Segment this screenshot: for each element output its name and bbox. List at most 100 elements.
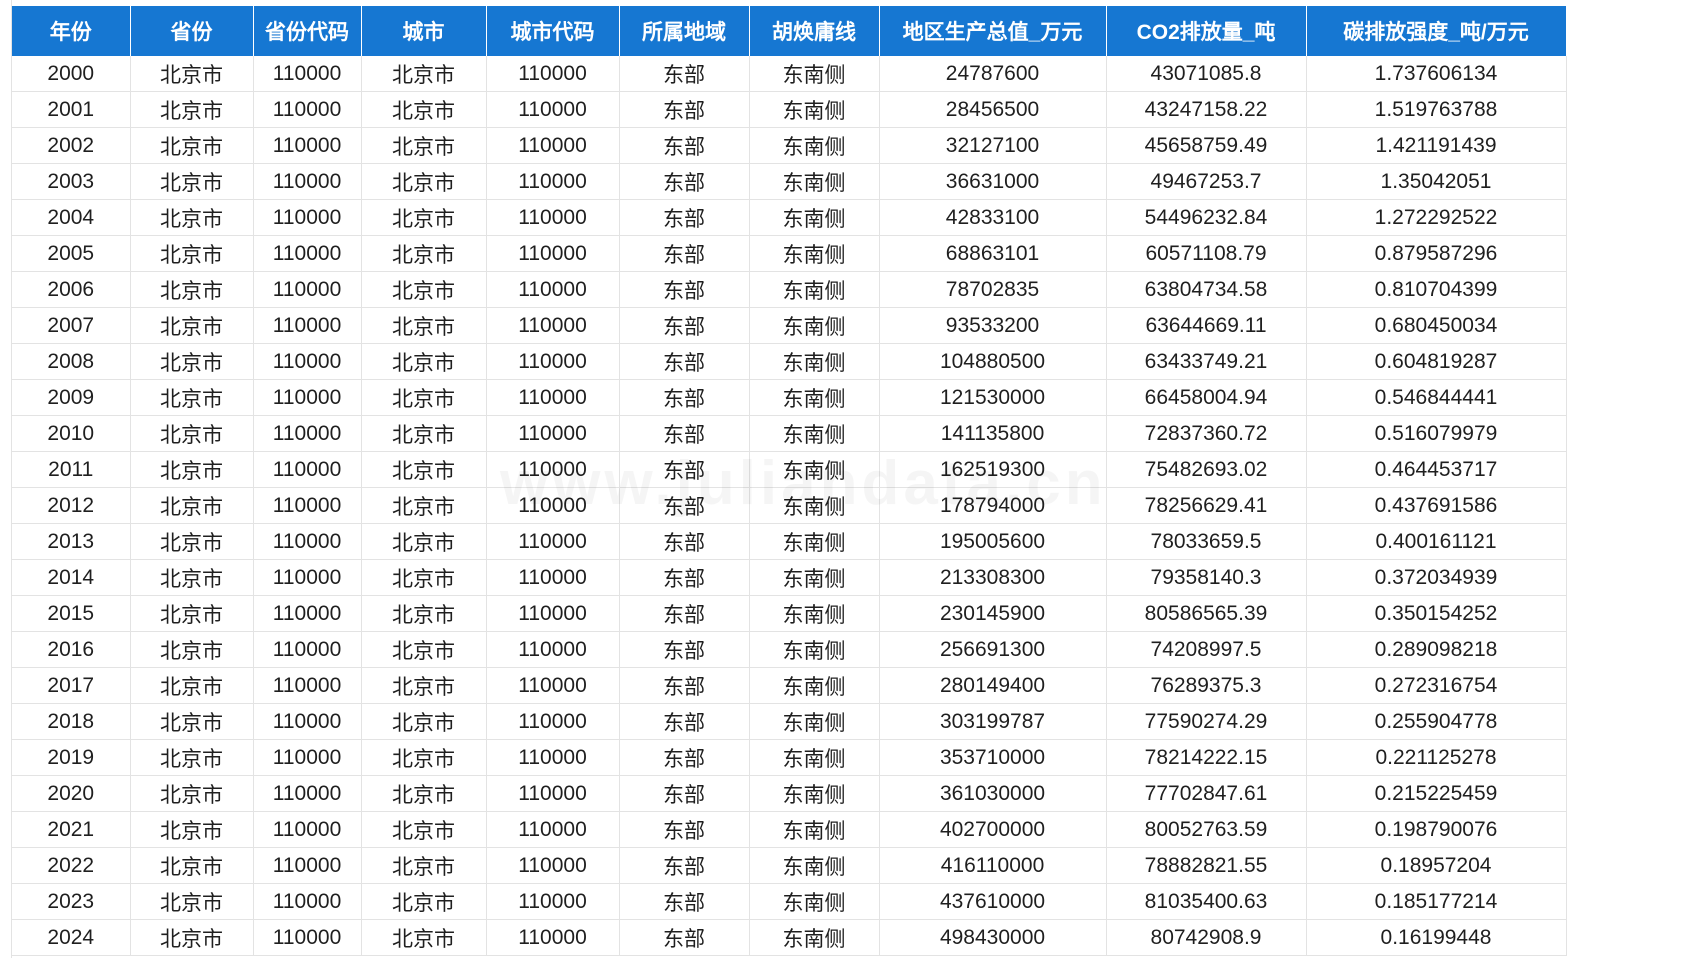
column-header-year[interactable]: 年份 [12, 6, 131, 56]
cell-carbon-intensity[interactable]: 0.372034939 [1306, 559, 1567, 596]
cell-region[interactable]: 东部 [619, 271, 750, 308]
cell-gdp[interactable]: 437610000 [879, 883, 1107, 920]
cell-carbon-intensity[interactable]: 0.464453717 [1306, 451, 1567, 488]
cell-co2[interactable]: 43247158.22 [1106, 91, 1307, 128]
cell-hu-line[interactable]: 东南侧 [749, 56, 880, 92]
cell-city[interactable]: 北京市 [361, 487, 487, 524]
cell-carbon-intensity[interactable]: 0.221125278 [1306, 739, 1567, 776]
cell-province-code[interactable]: 110000 [253, 667, 362, 704]
cell-year[interactable]: 2022 [12, 847, 131, 884]
cell-province[interactable]: 北京市 [130, 811, 254, 848]
cell-year[interactable]: 2007 [12, 307, 131, 344]
cell-hu-line[interactable]: 东南侧 [749, 343, 880, 380]
cell-carbon-intensity[interactable]: 0.604819287 [1306, 343, 1567, 380]
cell-city-code[interactable]: 110000 [486, 919, 620, 956]
cell-hu-line[interactable]: 东南侧 [749, 163, 880, 200]
cell-city-code[interactable]: 110000 [486, 775, 620, 812]
cell-carbon-intensity[interactable]: 0.215225459 [1306, 775, 1567, 812]
cell-year[interactable]: 2016 [12, 631, 131, 668]
cell-region[interactable]: 东部 [619, 56, 750, 92]
cell-region[interactable]: 东部 [619, 379, 750, 416]
cell-gdp[interactable]: 280149400 [879, 667, 1107, 704]
cell-region[interactable]: 东部 [619, 487, 750, 524]
cell-year[interactable]: 2013 [12, 523, 131, 560]
cell-province-code[interactable]: 110000 [253, 91, 362, 128]
cell-region[interactable]: 东部 [619, 127, 750, 164]
cell-region[interactable]: 东部 [619, 811, 750, 848]
cell-city[interactable]: 北京市 [361, 451, 487, 488]
cell-city[interactable]: 北京市 [361, 739, 487, 776]
cell-city-code[interactable]: 110000 [486, 91, 620, 128]
cell-province[interactable]: 北京市 [130, 667, 254, 704]
cell-region[interactable]: 东部 [619, 775, 750, 812]
cell-city-code[interactable]: 110000 [486, 847, 620, 884]
cell-gdp[interactable]: 498430000 [879, 919, 1107, 956]
cell-year[interactable]: 2017 [12, 667, 131, 704]
cell-hu-line[interactable]: 东南侧 [749, 307, 880, 344]
cell-province[interactable]: 北京市 [130, 883, 254, 920]
column-header-province-code[interactable]: 省份代码 [253, 6, 362, 56]
cell-province[interactable]: 北京市 [130, 163, 254, 200]
cell-province[interactable]: 北京市 [130, 451, 254, 488]
cell-city-code[interactable]: 110000 [486, 56, 620, 92]
cell-city[interactable]: 北京市 [361, 847, 487, 884]
cell-province-code[interactable]: 110000 [253, 919, 362, 956]
cell-province-code[interactable]: 110000 [253, 127, 362, 164]
cell-province-code[interactable]: 110000 [253, 379, 362, 416]
cell-city-code[interactable]: 110000 [486, 739, 620, 776]
cell-gdp[interactable]: 36631000 [879, 163, 1107, 200]
cell-city-code[interactable]: 110000 [486, 163, 620, 200]
cell-carbon-intensity[interactable]: 1.737606134 [1306, 56, 1567, 92]
cell-hu-line[interactable]: 东南侧 [749, 739, 880, 776]
cell-city[interactable]: 北京市 [361, 199, 487, 236]
cell-city[interactable]: 北京市 [361, 703, 487, 740]
cell-region[interactable]: 东部 [619, 343, 750, 380]
cell-year[interactable]: 2011 [12, 451, 131, 488]
column-header-hu-line[interactable]: 胡焕庸线 [749, 6, 880, 56]
cell-hu-line[interactable]: 东南侧 [749, 847, 880, 884]
cell-co2[interactable]: 80586565.39 [1106, 595, 1307, 632]
cell-hu-line[interactable]: 东南侧 [749, 703, 880, 740]
cell-co2[interactable]: 76289375.3 [1106, 667, 1307, 704]
cell-province[interactable]: 北京市 [130, 235, 254, 272]
cell-province-code[interactable]: 110000 [253, 487, 362, 524]
cell-city[interactable]: 北京市 [361, 235, 487, 272]
cell-carbon-intensity[interactable]: 0.350154252 [1306, 595, 1567, 632]
cell-co2[interactable]: 63433749.21 [1106, 343, 1307, 380]
cell-hu-line[interactable]: 东南侧 [749, 379, 880, 416]
cell-city[interactable]: 北京市 [361, 56, 487, 92]
cell-gdp[interactable]: 402700000 [879, 811, 1107, 848]
column-header-city-code[interactable]: 城市代码 [486, 6, 620, 56]
cell-province-code[interactable]: 110000 [253, 163, 362, 200]
cell-co2[interactable]: 43071085.8 [1106, 56, 1307, 92]
cell-carbon-intensity[interactable]: 0.680450034 [1306, 307, 1567, 344]
column-header-co2[interactable]: CO2排放量_吨 [1106, 6, 1307, 56]
cell-gdp[interactable]: 230145900 [879, 595, 1107, 632]
column-header-city[interactable]: 城市 [361, 6, 487, 56]
cell-province[interactable]: 北京市 [130, 739, 254, 776]
cell-city[interactable]: 北京市 [361, 91, 487, 128]
cell-city-code[interactable]: 110000 [486, 343, 620, 380]
cell-co2[interactable]: 78214222.15 [1106, 739, 1307, 776]
cell-province-code[interactable]: 110000 [253, 739, 362, 776]
cell-province-code[interactable]: 110000 [253, 343, 362, 380]
cell-co2[interactable]: 66458004.94 [1106, 379, 1307, 416]
cell-province-code[interactable]: 110000 [253, 415, 362, 452]
column-header-gdp[interactable]: 地区生产总值_万元 [879, 6, 1107, 56]
cell-carbon-intensity[interactable]: 0.16199448 [1306, 919, 1567, 956]
column-header-province[interactable]: 省份 [130, 6, 254, 56]
cell-region[interactable]: 东部 [619, 667, 750, 704]
cell-province[interactable]: 北京市 [130, 127, 254, 164]
cell-province[interactable]: 北京市 [130, 307, 254, 344]
cell-city[interactable]: 北京市 [361, 883, 487, 920]
cell-province[interactable]: 北京市 [130, 703, 254, 740]
cell-city-code[interactable]: 110000 [486, 235, 620, 272]
cell-year[interactable]: 2004 [12, 199, 131, 236]
cell-co2[interactable]: 63804734.58 [1106, 271, 1307, 308]
cell-co2[interactable]: 80742908.9 [1106, 919, 1307, 956]
cell-hu-line[interactable]: 东南侧 [749, 127, 880, 164]
cell-co2[interactable]: 78256629.41 [1106, 487, 1307, 524]
cell-city[interactable]: 北京市 [361, 559, 487, 596]
cell-co2[interactable]: 60571108.79 [1106, 235, 1307, 272]
cell-hu-line[interactable]: 东南侧 [749, 811, 880, 848]
